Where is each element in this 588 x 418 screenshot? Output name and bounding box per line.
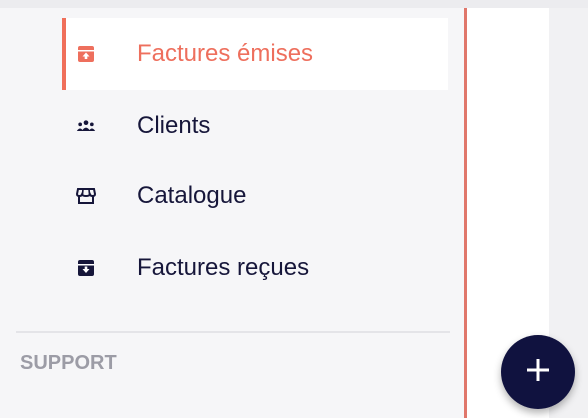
- active-indicator: [62, 18, 66, 90]
- plus-icon: [525, 357, 551, 388]
- inbox-download-icon: [76, 258, 96, 278]
- inbox-upload-icon: [76, 44, 96, 64]
- sidebar-item-factures-emises[interactable]: Factures émises: [62, 18, 448, 90]
- storefront-icon: [76, 186, 96, 206]
- sidebar-item-clients[interactable]: Clients: [62, 90, 448, 162]
- sidebar: Factures émises Clients Catalogue Factur…: [0, 8, 464, 418]
- sidebar-item-factures-recues[interactable]: Factures reçues: [62, 232, 448, 304]
- sidebar-item-label: Clients: [137, 112, 211, 139]
- sidebar-item-label: Factures reçues: [137, 254, 310, 281]
- users-group-icon: [76, 116, 96, 136]
- sidebar-item-label: Catalogue: [137, 182, 247, 209]
- section-label-support: SUPPORT: [20, 352, 117, 374]
- sidebar-divider: [16, 331, 450, 333]
- sidebar-item-catalogue[interactable]: Catalogue: [62, 160, 448, 232]
- add-button[interactable]: [501, 335, 575, 409]
- sidebar-item-label: Factures émises: [137, 40, 314, 67]
